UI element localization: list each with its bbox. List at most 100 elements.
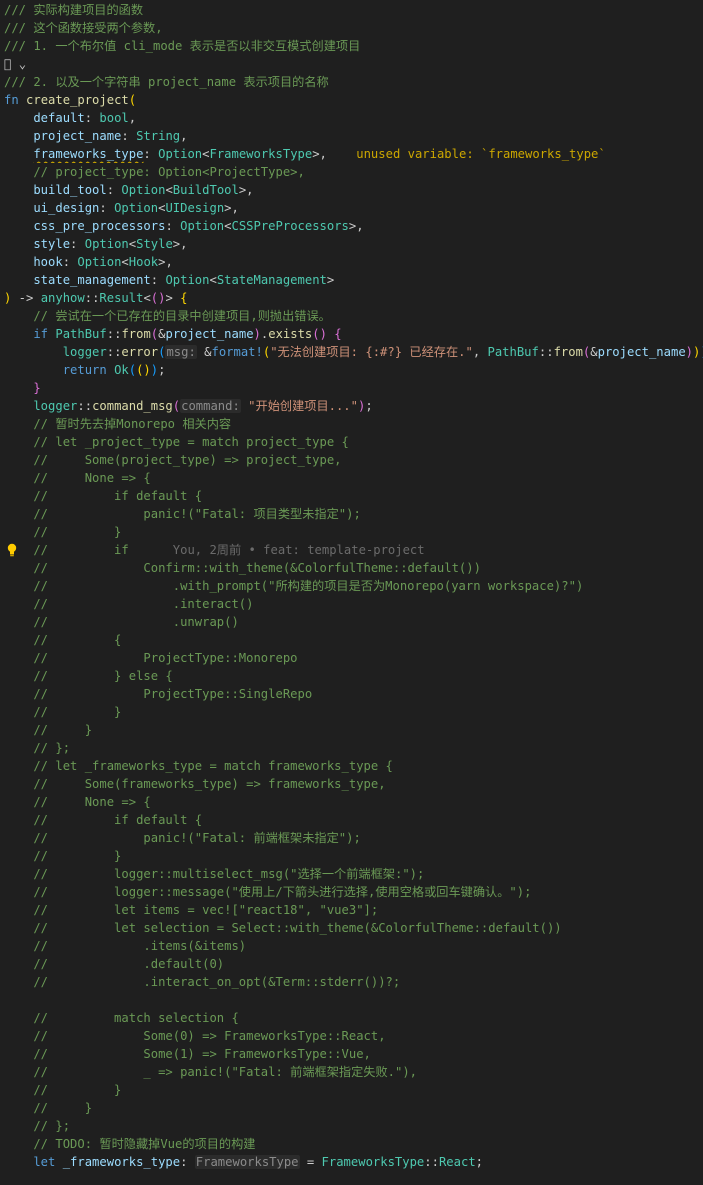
code-line[interactable]: // let items = vec!["react18", "vue3"]; xyxy=(0,901,703,919)
code-token: , xyxy=(128,111,137,125)
code-line[interactable]: /// 2. 以及一个字符串 project_name 表示项目的名称 xyxy=(0,73,703,91)
code-line[interactable]: // let _frameworks_type = match framewor… xyxy=(0,757,703,775)
code-line[interactable]: // .interact() xyxy=(0,595,703,613)
code-line[interactable]: return Ok(()); xyxy=(0,361,703,379)
code-token: & xyxy=(204,345,212,359)
code-token: Option xyxy=(114,201,159,215)
code-token: < xyxy=(143,291,151,305)
code-line[interactable]: state_management: Option<StateManagement… xyxy=(0,271,703,289)
code-token: "无法创建项目: {:#?} 已经存在." xyxy=(270,345,473,359)
code-token: // } xyxy=(4,723,93,737)
code-line[interactable]: frameworks_type: Option<FrameworksType>,… xyxy=(0,145,703,163)
code-line[interactable]: // logger::multiselect_msg("选择一个前端框架:"); xyxy=(0,865,703,883)
code-line[interactable]: css_pre_processors: Option<CSSPreProcess… xyxy=(0,217,703,235)
code-line[interactable]: ui_design: Option<UIDesign>, xyxy=(0,199,703,217)
code-token: // 尝试在一个已存在的目录中创建项目,则抛出错误。 xyxy=(4,309,331,323)
code-line[interactable]: // .interact_on_opt(&Term::stderr())?; xyxy=(0,973,703,991)
code-line[interactable]: default: bool, xyxy=(0,109,703,127)
code-token: error xyxy=(121,345,159,359)
code-line[interactable]: // Some(1) => FrameworksType::Vue, xyxy=(0,1045,703,1063)
code-token: { xyxy=(180,291,188,305)
code-line[interactable]: // 尝试在一个已存在的目录中创建项目,则抛出错误。 xyxy=(0,307,703,325)
code-line[interactable]: // } xyxy=(0,721,703,739)
code-line[interactable]: // let _project_type = match project_typ… xyxy=(0,433,703,451)
code-line[interactable]: project_name: String, xyxy=(0,127,703,145)
code-line[interactable]: // logger::message("使用上/下箭头进行选择,使用空格或回车键… xyxy=(0,883,703,901)
code-line[interactable]: // None => { xyxy=(0,469,703,487)
code-line[interactable]: // match selection { xyxy=(0,1009,703,1027)
code-line[interactable]: } xyxy=(0,379,703,397)
code-line[interactable]: // panic!("Fatal: 前端框架未指定"); xyxy=(0,829,703,847)
code-line[interactable]: /// 1. 一个布尔值 cli_mode 表示是否以非交互模式创建项目 xyxy=(0,37,703,55)
code-token: Option xyxy=(84,237,129,251)
code-line[interactable]: // 暂时先去掉Monorepo 相关内容 xyxy=(0,415,703,433)
code-token: // Confirm::with_theme(&ColorfulTheme::d… xyxy=(4,561,481,575)
code-line[interactable]: // ProjectType::Monorepo xyxy=(0,649,703,667)
lightbulb-icon[interactable] xyxy=(6,543,18,557)
code-line[interactable]: // } xyxy=(0,523,703,541)
code-line[interactable]: // { xyxy=(0,631,703,649)
code-token: // .with_prompt("所构建的项目是否为Monorepo(yarn … xyxy=(4,579,584,593)
code-line[interactable]: // }; xyxy=(0,1117,703,1135)
code-token: if xyxy=(4,327,56,341)
code-line[interactable]: let _frameworks_type: FrameworksType = F… xyxy=(0,1153,703,1171)
code-token: ) xyxy=(685,345,694,359)
code-token: { xyxy=(334,327,342,341)
code-token: // .interact() xyxy=(4,597,254,611)
code-line[interactable]: if PathBuf::from(&project_name).exists()… xyxy=(0,325,703,343)
code-line[interactable]: // let selection = Select::with_theme(&C… xyxy=(0,919,703,937)
code-line[interactable]: // if default { xyxy=(0,811,703,829)
code-token: // .items(&items) xyxy=(4,939,247,953)
code-token: CSSPreProcessors xyxy=(231,219,349,233)
code-line[interactable]: style: Option<Style>, xyxy=(0,235,703,253)
code-token: : xyxy=(62,255,78,269)
code-line[interactable]: // .with_prompt("所构建的项目是否为Monorepo(yarn … xyxy=(0,577,703,595)
code-token: Option xyxy=(165,273,210,287)
code-line[interactable]: fn create_project( xyxy=(0,91,703,109)
code-token: // panic!("Fatal: 前端框架未指定"); xyxy=(4,831,361,845)
code-line[interactable]: // if default { xyxy=(0,487,703,505)
code-token: > xyxy=(326,273,335,287)
code-line[interactable]: logger::command_msg(command: "开始创建项目..."… xyxy=(0,397,703,415)
code-line[interactable]: // } else { xyxy=(0,667,703,685)
code-line[interactable] xyxy=(0,991,703,1009)
code-line[interactable]: logger::error(msg: &format!("无法创建项目: {:#… xyxy=(0,343,703,361)
code-editor[interactable]: /// 实际构建项目的函数 /// 这个函数接受两个参数, /// 1. 一个布尔值… xyxy=(0,0,703,1185)
code-line[interactable]: // ProjectType::SingleRepo xyxy=(0,685,703,703)
code-token: FrameworksType xyxy=(321,1155,425,1169)
code-line[interactable]: // Some(0) => FrameworksType::React, xyxy=(0,1027,703,1045)
code-line[interactable]: // } xyxy=(0,1099,703,1117)
code-line[interactable]: // TODO: 暂时隐藏掉Vue的项目的构建 xyxy=(0,1135,703,1153)
code-line[interactable]: // _ => panic!("Fatal: 前端框架指定失败."), xyxy=(0,1063,703,1081)
code-line[interactable]: // }; xyxy=(0,739,703,757)
code-line[interactable]: // if You, 2周前 • feat: template-project xyxy=(0,541,703,559)
code-line[interactable]: /// 这个函数接受两个参数, xyxy=(0,19,703,37)
code-token: // 暂时先去掉Monorepo 相关内容 xyxy=(4,417,232,431)
code-token: create_project xyxy=(26,93,129,107)
code-line[interactable]: // } xyxy=(0,703,703,721)
code-line[interactable]: // Some(frameworks_type) => frameworks_t… xyxy=(0,775,703,793)
code-line[interactable]: // Confirm::with_theme(&ColorfulTheme::d… xyxy=(0,559,703,577)
code-token: // } xyxy=(4,1101,93,1115)
code-line[interactable]: hook: Option<Hook>, xyxy=(0,253,703,271)
code-line[interactable]: // } xyxy=(0,847,703,865)
code-line[interactable]: // .default(0) xyxy=(0,955,703,973)
code-line[interactable]: /// 实际构建项目的函数 xyxy=(0,1,703,19)
code-token: /// 实际构建项目的函数 xyxy=(4,3,144,17)
code-token: fn xyxy=(4,93,27,107)
code-token: < xyxy=(121,255,129,269)
code-line[interactable]:  ⌄ xyxy=(0,55,703,73)
code-line[interactable]: // panic!("Fatal: 项目类型未指定"); xyxy=(0,505,703,523)
code-line[interactable]: // } xyxy=(0,1081,703,1099)
code-line[interactable]: ) -> anyhow::Result<()> { xyxy=(0,289,703,307)
code-token: PathBuf xyxy=(55,327,107,341)
code-token: project_name xyxy=(4,129,122,143)
code-line[interactable]: // .items(&items) xyxy=(0,937,703,955)
code-line[interactable]: // .unwrap() xyxy=(0,613,703,631)
code-line[interactable]: // project_type: Option<ProjectType>, xyxy=(0,163,703,181)
code-line[interactable]: // None => { xyxy=(0,793,703,811)
code-line[interactable]: build_tool: Option<BuildTool>, xyxy=(0,181,703,199)
code-line[interactable]: // Some(project_type) => project_type, xyxy=(0,451,703,469)
code-token: // logger::message("使用上/下箭头进行选择,使用空格或回车键… xyxy=(4,885,532,899)
code-token: command: xyxy=(180,399,241,413)
